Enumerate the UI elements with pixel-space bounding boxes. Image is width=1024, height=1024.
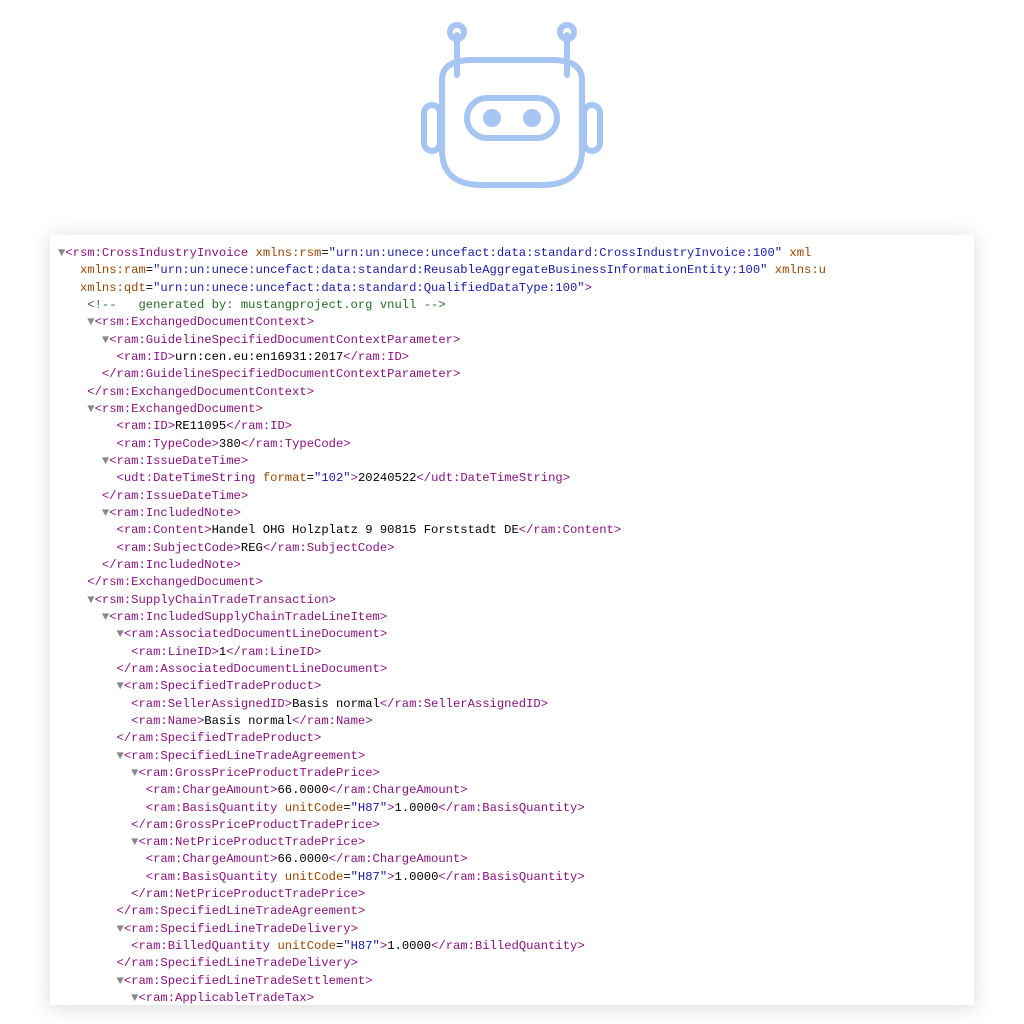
xml-collapsible-node[interactable]: ▼<ram:IncludedSupplyChainTradeLineItem>: [58, 609, 966, 626]
xml-collapsible-node[interactable]: ▼<ram:GrossPriceProductTradePrice>: [58, 765, 966, 782]
xml-line: <ram:SellerAssignedID>Basis normal</ram:…: [58, 696, 966, 713]
xml-collapsible-node[interactable]: ▼<rsm:ExchangedDocumentContext>: [58, 314, 966, 331]
xml-collapsible-node[interactable]: ▼<ram:SpecifiedLineTradeSettlement>: [58, 973, 966, 990]
xml-line: <ram:ChargeAmount>66.0000</ram:ChargeAmo…: [58, 782, 966, 799]
xml-line: </ram:AssociatedDocumentLineDocument>: [58, 661, 966, 678]
xml-line: <ram:Name>Basis normal</ram:Name>: [58, 713, 966, 730]
xml-line: <ram:TypeCode>380</ram:TypeCode>: [58, 436, 966, 453]
xml-collapsible-node[interactable]: ▼<rsm:SupplyChainTradeTransaction>: [58, 592, 966, 609]
xml-collapsible-node[interactable]: ▼<ram:GuidelineSpecifiedDocumentContextP…: [58, 332, 966, 349]
xml-line: <udt:DateTimeString format="102">2024052…: [58, 470, 966, 487]
xml-line: </rsm:ExchangedDocumentContext>: [58, 384, 966, 401]
xml-line: </ram:IncludedNote>: [58, 557, 966, 574]
xml-line: <ram:ID>RE11095</ram:ID>: [58, 418, 966, 435]
xml-line: </ram:GrossPriceProductTradePrice>: [58, 817, 966, 834]
xml-line: <ram:ChargeAmount>66.0000</ram:ChargeAmo…: [58, 851, 966, 868]
robot-illustration: [0, 0, 1024, 215]
xml-collapsible-node[interactable]: ▼<ram:IssueDateTime>: [58, 453, 966, 470]
xml-collapsible-node[interactable]: ▼<ram:AssociatedDocumentLineDocument>: [58, 626, 966, 643]
xml-collapsible-node[interactable]: ▼<ram:NetPriceProductTradePrice>: [58, 834, 966, 851]
xml-line: </ram:IssueDateTime>: [58, 488, 966, 505]
xml-collapsible-node[interactable]: ▼<rsm:ExchangedDocument>: [58, 401, 966, 418]
xml-collapsible-node[interactable]: ▼<ram:ApplicableTradeTax>: [58, 990, 966, 1005]
xml-comment: <!-- generated by: mustangproject.org vn…: [58, 297, 966, 314]
xml-collapsible-node[interactable]: ▼<rsm:CrossIndustryInvoice xmlns:rsm="ur…: [58, 245, 966, 262]
xml-collapsible-node[interactable]: ▼<ram:SpecifiedTradeProduct>: [58, 678, 966, 695]
xml-line: <ram:BasisQuantity unitCode="H87">1.0000…: [58, 800, 966, 817]
xml-line: <ram:SubjectCode>REG</ram:SubjectCode>: [58, 540, 966, 557]
xml-line: </ram:SpecifiedTradeProduct>: [58, 730, 966, 747]
xml-code-viewer: ▼<rsm:CrossIndustryInvoice xmlns:rsm="ur…: [50, 235, 974, 1005]
xml-collapsible-node[interactable]: ▼<ram:SpecifiedLineTradeAgreement>: [58, 748, 966, 765]
xml-collapsible-node[interactable]: ▼<ram:SpecifiedLineTradeDelivery>: [58, 921, 966, 938]
robot-icon: [382, 20, 642, 205]
xml-collapsible-node[interactable]: ▼<ram:IncludedNote>: [58, 505, 966, 522]
xml-line: <ram:BilledQuantity unitCode="H87">1.000…: [58, 938, 966, 955]
xml-line: <ram:ID>urn:cen.eu:en16931:2017</ram:ID>: [58, 349, 966, 366]
xml-line: xmlns:ram="urn:un:unece:uncefact:data:st…: [58, 262, 966, 279]
xml-line: </ram:SpecifiedLineTradeAgreement>: [58, 903, 966, 920]
xml-line: </ram:GuidelineSpecifiedDocumentContextP…: [58, 366, 966, 383]
xml-line: </ram:SpecifiedLineTradeDelivery>: [58, 955, 966, 972]
xml-line: </ram:NetPriceProductTradePrice>: [58, 886, 966, 903]
xml-line: <ram:LineID>1</ram:LineID>: [58, 644, 966, 661]
xml-line: </rsm:ExchangedDocument>: [58, 574, 966, 591]
xml-line: <ram:Content>Handel OHG Holzplatz 9 9081…: [58, 522, 966, 539]
xml-line: <ram:BasisQuantity unitCode="H87">1.0000…: [58, 869, 966, 886]
xml-line: xmlns:qdt="urn:un:unece:uncefact:data:st…: [58, 280, 966, 297]
